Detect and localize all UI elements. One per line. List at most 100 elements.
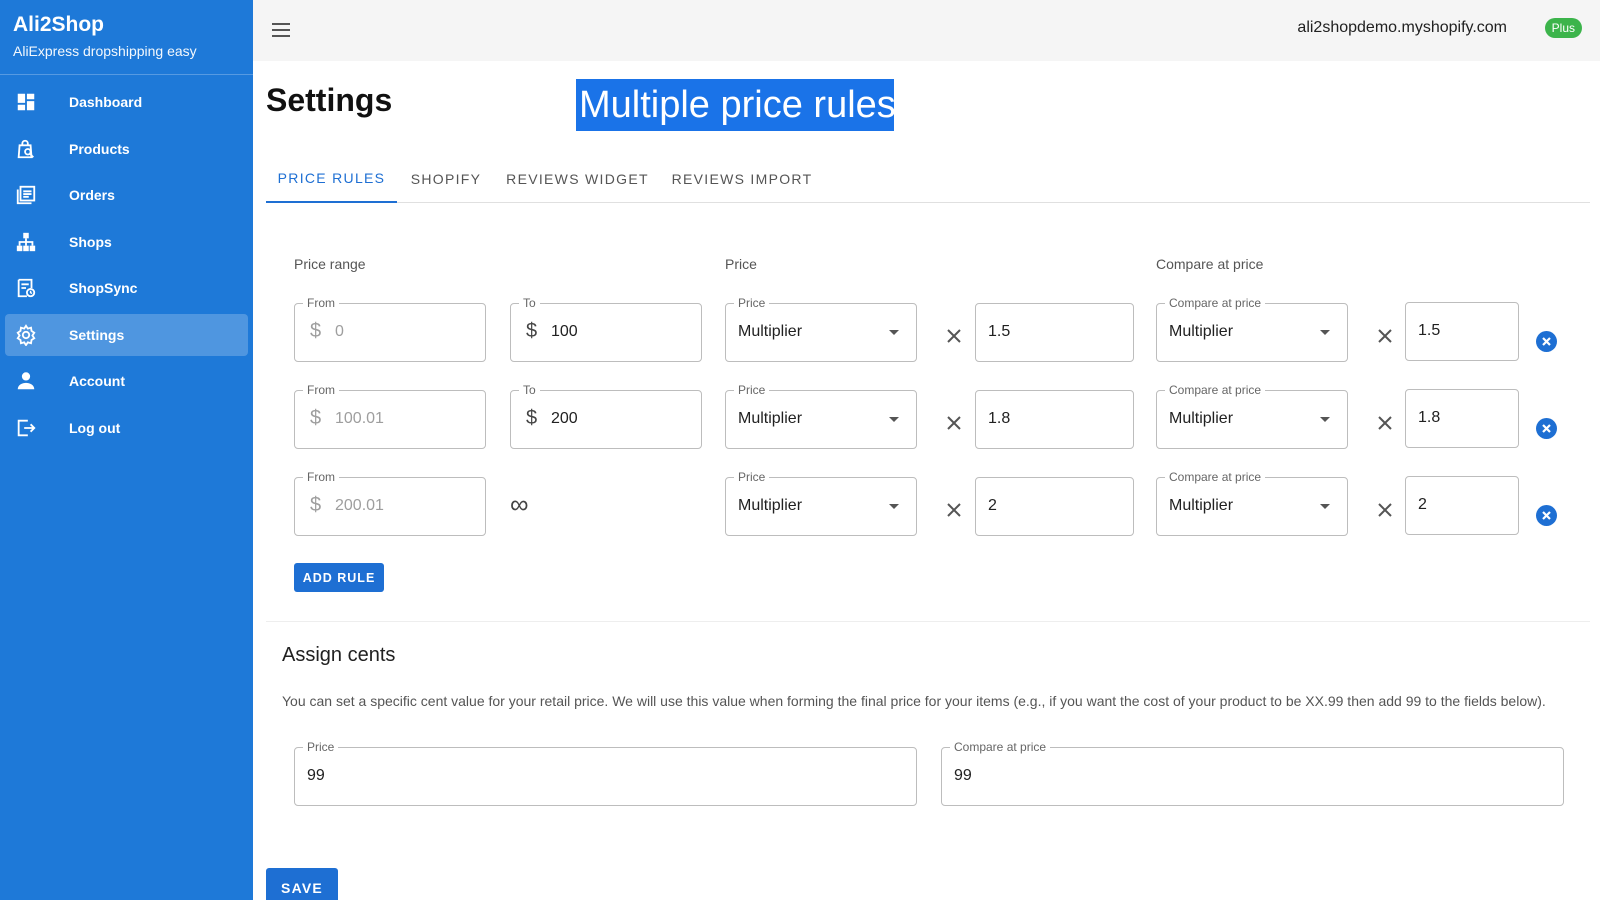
- sidebar-item-label: Dashboard: [69, 94, 143, 110]
- tab-price-rules[interactable]: PRICE RULES: [266, 155, 397, 203]
- sidebar-item-shopsync[interactable]: ShopSync: [5, 267, 248, 309]
- multiply-icon: [1376, 501, 1394, 519]
- field-value: Multiplier: [1169, 497, 1234, 514]
- settings-tabs: PRICE RULES SHOPIFY REVIEWS WIDGET REVIE…: [266, 155, 1590, 203]
- field-label: Compare at price: [1165, 470, 1266, 484]
- sidebar-item-account[interactable]: Account: [5, 360, 248, 402]
- field-value: 2: [988, 497, 997, 514]
- chevron-down-icon: [1320, 504, 1330, 509]
- field-value: 99: [307, 767, 325, 784]
- multiply-icon: [945, 414, 963, 432]
- remove-rule-button[interactable]: [1536, 505, 1557, 526]
- shop-domain: ali2shopdemo.myshopify.com: [1297, 19, 1507, 36]
- chevron-down-icon: [889, 417, 899, 422]
- orders-icon: [16, 185, 36, 205]
- shopsync-icon: [17, 278, 36, 298]
- field-value: 0: [335, 323, 344, 340]
- page-title: Settings: [266, 82, 393, 118]
- field-label: From: [303, 383, 339, 397]
- tab-reviews-import[interactable]: REVIEWS IMPORT: [660, 155, 824, 203]
- rule-compare-value-input[interactable]: 2: [1405, 476, 1519, 535]
- rule-to-field[interactable]: To $200: [510, 383, 702, 449]
- rule-compare-type-select[interactable]: Compare at price Multiplier: [1156, 470, 1348, 536]
- multiply-icon: [1376, 414, 1394, 432]
- remove-rule-button[interactable]: [1536, 418, 1557, 439]
- field-label: Compare at price: [1165, 296, 1266, 310]
- field-label: Price: [734, 383, 770, 397]
- remove-rule-button[interactable]: [1536, 331, 1557, 352]
- brand-title: Ali2Shop: [13, 13, 105, 36]
- sidebar: Ali2Shop AliExpress dropshipping easy Da…: [0, 0, 253, 900]
- cents-price-field[interactable]: Price 99: [294, 740, 917, 806]
- sidebar-item-orders[interactable]: Orders: [5, 174, 248, 216]
- tab-shopify[interactable]: SHOPIFY: [397, 155, 495, 203]
- menu-icon[interactable]: [269, 18, 293, 42]
- chevron-down-icon: [1320, 330, 1330, 335]
- rule-price-type-select[interactable]: Price Multiplier: [725, 296, 917, 362]
- close-icon: [1536, 337, 1557, 356]
- rule-price-value-input[interactable]: 1.8: [975, 390, 1134, 449]
- chevron-down-icon: [889, 504, 899, 509]
- field-value: Multiplier: [738, 410, 803, 427]
- person-icon: [17, 372, 35, 390]
- highlight-title: Multiple price rules: [576, 79, 896, 131]
- field-value: 1.8: [988, 410, 1011, 427]
- products-search-icon: [17, 139, 34, 158]
- rule-compare-value-input[interactable]: 1.5: [1405, 302, 1519, 361]
- field-label: Price: [734, 470, 770, 484]
- rule-price-value-input[interactable]: 1.5: [975, 303, 1134, 362]
- multiply-icon: [945, 501, 963, 519]
- save-button[interactable]: SAVE: [266, 868, 338, 900]
- cents-compare-at-price-field[interactable]: Compare at price 99: [941, 740, 1564, 806]
- top-bar: ali2shopdemo.myshopify.com Plus: [253, 0, 1600, 61]
- sidebar-item-logout[interactable]: Log out: [5, 407, 248, 449]
- sidebar-item-products[interactable]: Products: [5, 128, 248, 170]
- rule-to-field[interactable]: To $100: [510, 296, 702, 362]
- logout-icon: [17, 419, 36, 436]
- sidebar-nav: Dashboard Products Orders Shops ShopSync…: [0, 81, 253, 449]
- field-label: Compare at price: [1165, 383, 1266, 397]
- field-value: 100.01: [335, 410, 384, 427]
- field-value: Multiplier: [738, 497, 803, 514]
- sidebar-item-settings[interactable]: Settings: [5, 313, 248, 356]
- sidebar-item-label: Log out: [69, 419, 121, 436]
- close-icon: [1536, 424, 1557, 443]
- rule-price-value-input[interactable]: 2: [975, 477, 1134, 536]
- sidebar-item-label: Products: [69, 140, 130, 157]
- sidebar-item-shops[interactable]: Shops: [5, 221, 248, 263]
- rule-compare-type-select[interactable]: Compare at price Multiplier: [1156, 383, 1348, 449]
- tab-reviews-widget[interactable]: REVIEWS WIDGET: [495, 155, 660, 203]
- gear-icon: [16, 323, 36, 346]
- add-rule-button[interactable]: ADD RULE: [294, 563, 384, 592]
- rule-compare-type-select[interactable]: Compare at price Multiplier: [1156, 296, 1348, 362]
- rule-from-field: From $200.01: [294, 470, 486, 536]
- field-value: 1.5: [1418, 322, 1441, 339]
- dollar-icon: $: [310, 494, 322, 516]
- chevron-down-icon: [889, 330, 899, 335]
- dashboard-icon: [17, 93, 35, 111]
- field-value: 1.5: [988, 323, 1011, 340]
- sidebar-item-dashboard[interactable]: Dashboard: [5, 81, 248, 123]
- multiply-icon: [1376, 327, 1394, 345]
- assign-cents-description: You can set a specific cent value for yo…: [282, 693, 1546, 709]
- sidebar-item-label: Orders: [69, 187, 115, 203]
- rule-from-field: From $0: [294, 296, 486, 362]
- field-label: Price: [303, 740, 339, 754]
- field-value: Multiplier: [1169, 323, 1234, 340]
- dollar-icon: $: [310, 320, 322, 342]
- sidebar-item-label: ShopSync: [69, 280, 138, 296]
- rule-price-type-select[interactable]: Price Multiplier: [725, 383, 917, 449]
- assign-cents-title: Assign cents: [282, 644, 396, 666]
- rule-compare-value-input[interactable]: 1.8: [1405, 389, 1519, 448]
- sitemap-icon: [16, 232, 36, 251]
- field-label: From: [303, 296, 339, 310]
- multiply-icon: [945, 327, 963, 345]
- field-label: Compare at price: [950, 740, 1051, 754]
- brand-subtitle: AliExpress dropshipping easy: [13, 43, 197, 59]
- field-value: 200: [551, 410, 578, 427]
- section-divider: [266, 621, 1590, 622]
- rule-price-type-select[interactable]: Price Multiplier: [725, 470, 917, 536]
- field-value: Multiplier: [1169, 410, 1234, 427]
- dollar-icon: $: [526, 407, 538, 429]
- column-header-compare-at-price: Compare at price: [1156, 256, 1264, 272]
